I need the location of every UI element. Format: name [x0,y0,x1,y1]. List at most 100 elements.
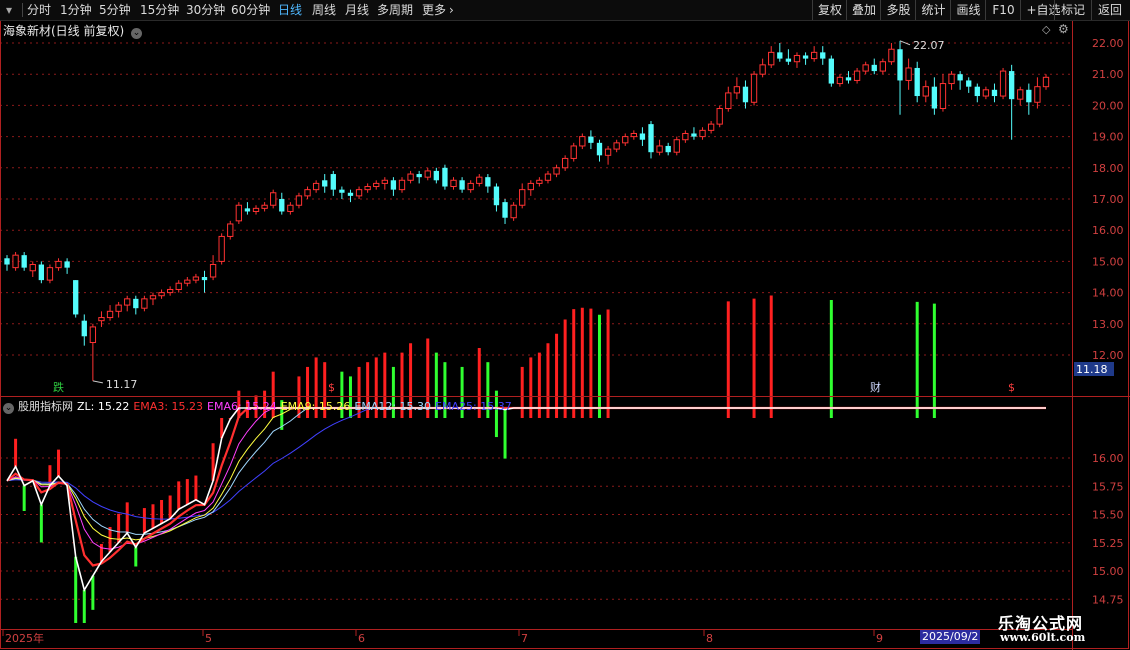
candle-body-47 [407,173,414,181]
candle-body-43 [373,182,380,188]
candle-72 [622,133,629,146]
candle-body-118 [1017,89,1024,100]
button-mark[interactable]: 标记 [1054,0,1091,20]
chevron-down-icon[interactable]: ⌄ [131,28,143,39]
chart-canvas[interactable]: 22.00 21.00 20.00 19.00 18.00 17.00 16.00 15.00… [0,0,1130,650]
candle-52 [450,177,457,190]
candle-body-54 [467,182,474,191]
candle-body-76 [656,145,663,153]
stock-title: 海象新材(日线 前复权) ⌄ [3,22,143,39]
candle-30 [261,202,268,212]
candle-54 [467,180,474,193]
candle-body-70 [604,148,612,156]
candle-20 [175,280,182,293]
candle-body-66 [570,145,577,159]
candle-body-77 [665,145,671,153]
tab-period-9[interactable]: 多周期 [377,0,413,20]
candle-body-9 [81,320,87,337]
tab-period-0[interactable]: 分时 [27,0,51,20]
caret-down-icon[interactable]: ▾ [6,0,12,20]
candle-42 [364,183,371,193]
event-marker-0[interactable]: 跌 [53,380,64,394]
candle-body-110 [948,73,955,85]
chevron-right-icon[interactable]: › [449,0,454,20]
candle-body-114 [982,89,990,97]
candle-59 [510,202,517,221]
candle-body-69 [596,142,603,156]
zl-line [6,407,1046,593]
button-4[interactable]: 画线 [950,0,986,20]
candle-body-31 [270,192,277,206]
candle-5 [46,264,54,284]
settings-gear-icon[interactable]: ⚙ [1058,22,1069,36]
chevron-down-icon[interactable]: ⌄ [3,403,14,414]
candle-body-75 [648,124,654,153]
candle-body-10 [89,326,97,344]
candle-74 [639,127,646,146]
candle-body-65 [561,157,569,169]
candle-body-85 [733,86,741,94]
candle-body-30 [261,204,268,209]
button-2[interactable]: 多股 [880,0,916,20]
candle-body-29 [252,207,260,212]
candle-body-3 [29,264,36,272]
toolbar-divider [22,3,23,17]
candle-83 [716,105,723,128]
candle-body-96 [828,58,834,84]
event-marker-1[interactable]: $ [328,381,335,394]
tab-period-3[interactable]: 15分钟 [140,0,179,20]
candle-body-88 [759,64,766,75]
tab-period-4[interactable]: 30分钟 [186,0,225,20]
candle-body-60 [519,189,526,206]
candle-114 [982,86,990,100]
candle-body-78 [673,139,680,153]
event-marker-2[interactable]: 财 [870,380,881,394]
diamond-icon[interactable]: ◇ [1042,23,1050,36]
tab-period-10[interactable]: 更多 [422,0,446,20]
candle-body-14 [124,298,131,306]
ind-tick-2: 15.50 [1092,509,1124,522]
candle-body-12 [106,310,114,319]
button-3[interactable]: 统计 [915,0,951,20]
candle-4 [38,261,45,284]
button-5[interactable]: F10 [985,0,1021,20]
candle-97 [836,74,844,87]
candle-body-121 [1042,76,1050,88]
tab-period-8[interactable]: 月线 [345,0,369,20]
tab-period-7[interactable]: 周线 [312,0,336,20]
candle-68 [588,130,594,150]
candle-body-27 [235,204,243,222]
candle-body-93 [802,55,809,59]
candle-12 [106,305,114,321]
button-1[interactable]: 叠加 [846,0,881,20]
button-0[interactable]: 复权 [812,0,847,20]
candle-body-103 [888,48,895,63]
tab-period-6[interactable]: 日线 [278,0,302,20]
candle-body-71 [613,142,620,150]
candle-body-99 [853,70,861,81]
candle-104 [897,40,903,115]
price-tick-6: 16.00 [1092,224,1124,237]
candle-body-95 [820,52,826,59]
candle-108 [931,77,938,115]
stock-name: 海象新材(日线 前复权) [3,24,125,38]
tab-period-2[interactable]: 5分钟 [99,0,131,20]
candle-89 [768,46,775,68]
event-marker-3[interactable]: $ [1008,381,1015,394]
candle-70 [604,145,612,165]
tab-period-1[interactable]: 1分钟 [60,0,92,20]
button-7[interactable]: 返回 [1091,0,1128,20]
candle-body-28 [244,208,251,212]
candle-50 [433,167,440,184]
candle-body-108 [931,86,938,109]
tab-period-5[interactable]: 60分钟 [231,0,270,20]
candle-body-18 [158,292,165,297]
candle-body-82 [707,123,715,131]
indicator-value-5: EMA25: 15.37 [435,400,512,413]
candle-120 [1034,77,1041,109]
candle-98 [845,71,852,84]
candle-body-52 [450,179,457,188]
candle-84 [725,86,732,112]
price-tick-3: 19.00 [1092,131,1124,144]
candle-body-94 [810,51,818,60]
